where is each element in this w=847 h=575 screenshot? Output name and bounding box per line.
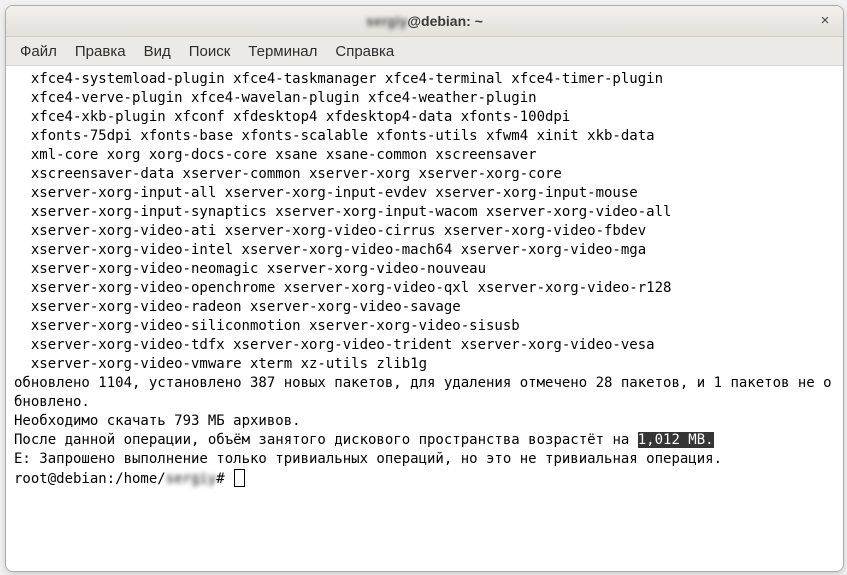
pkg-line: xml-core xorg xorg-docs-core xsane xsane… bbox=[14, 146, 835, 165]
prompt-line: root@debian:/home/sergiy# bbox=[14, 469, 835, 489]
pkg-line: xserver-xorg-video-ati xserver-xorg-vide… bbox=[14, 222, 835, 241]
menu-search[interactable]: Поиск bbox=[181, 40, 239, 63]
menu-file[interactable]: Файл bbox=[12, 40, 65, 63]
pkg-line: xfce4-xkb-plugin xfconf xfdesktop4 xfdes… bbox=[14, 108, 835, 127]
terminal-window: sergiy@debian: ~ × Файл Правка Вид Поиск… bbox=[5, 5, 844, 572]
download-line: Необходимо скачать 793 MБ архивов. bbox=[14, 412, 835, 431]
pkg-line: xscreensaver-data xserver-common xserver… bbox=[14, 165, 835, 184]
highlighted-size: 1,012 MB. bbox=[638, 432, 714, 448]
pkg-line: xserver-xorg-video-vmware xterm xz-utils… bbox=[14, 355, 835, 374]
title-suffix: @debian: ~ bbox=[407, 13, 483, 29]
pkg-line: xserver-xorg-video-neomagic xserver-xorg… bbox=[14, 260, 835, 279]
pkg-line: xserver-xorg-video-openchrome xserver-xo… bbox=[14, 279, 835, 298]
titlebar: sergiy@debian: ~ × bbox=[6, 6, 843, 37]
pkg-line: xserver-xorg-input-all xserver-xorg-inpu… bbox=[14, 184, 835, 203]
error-line: E: Запрошено выполнение только тривиальн… bbox=[14, 450, 835, 469]
menubar: Файл Правка Вид Поиск Терминал Справка bbox=[6, 37, 843, 66]
pkg-line: xserver-xorg-video-radeon xserver-xorg-v… bbox=[14, 298, 835, 317]
pkg-line: xfce4-systemload-plugin xfce4-taskmanage… bbox=[14, 70, 835, 89]
pkg-line: xserver-xorg-input-synaptics xserver-xor… bbox=[14, 203, 835, 222]
pkg-line: xserver-xorg-video-intel xserver-xorg-vi… bbox=[14, 241, 835, 260]
title-user: sergiy bbox=[366, 13, 407, 29]
menu-terminal[interactable]: Терминал bbox=[240, 40, 325, 63]
pkg-line: xserver-xorg-video-tdfx xserver-xorg-vid… bbox=[14, 336, 835, 355]
menu-help[interactable]: Справка bbox=[327, 40, 402, 63]
pkg-line: xfce4-verve-plugin xfce4-wavelan-plugin … bbox=[14, 89, 835, 108]
terminal-output[interactable]: xfce4-systemload-plugin xfce4-taskmanage… bbox=[6, 66, 843, 571]
close-icon[interactable]: × bbox=[815, 11, 835, 31]
disk-line: После данной операции, объём занятого ди… bbox=[14, 431, 835, 450]
menu-edit[interactable]: Правка bbox=[67, 40, 134, 63]
cursor-icon bbox=[234, 469, 245, 487]
window-title: sergiy@debian: ~ bbox=[366, 13, 483, 29]
pkg-line: xserver-xorg-video-siliconmotion xserver… bbox=[14, 317, 835, 336]
pkg-line: xfonts-75dpi xfonts-base xfonts-scalable… bbox=[14, 127, 835, 146]
menu-view[interactable]: Вид bbox=[136, 40, 179, 63]
summary-line: обновлено 1104, установлено 387 новых па… bbox=[14, 374, 835, 412]
